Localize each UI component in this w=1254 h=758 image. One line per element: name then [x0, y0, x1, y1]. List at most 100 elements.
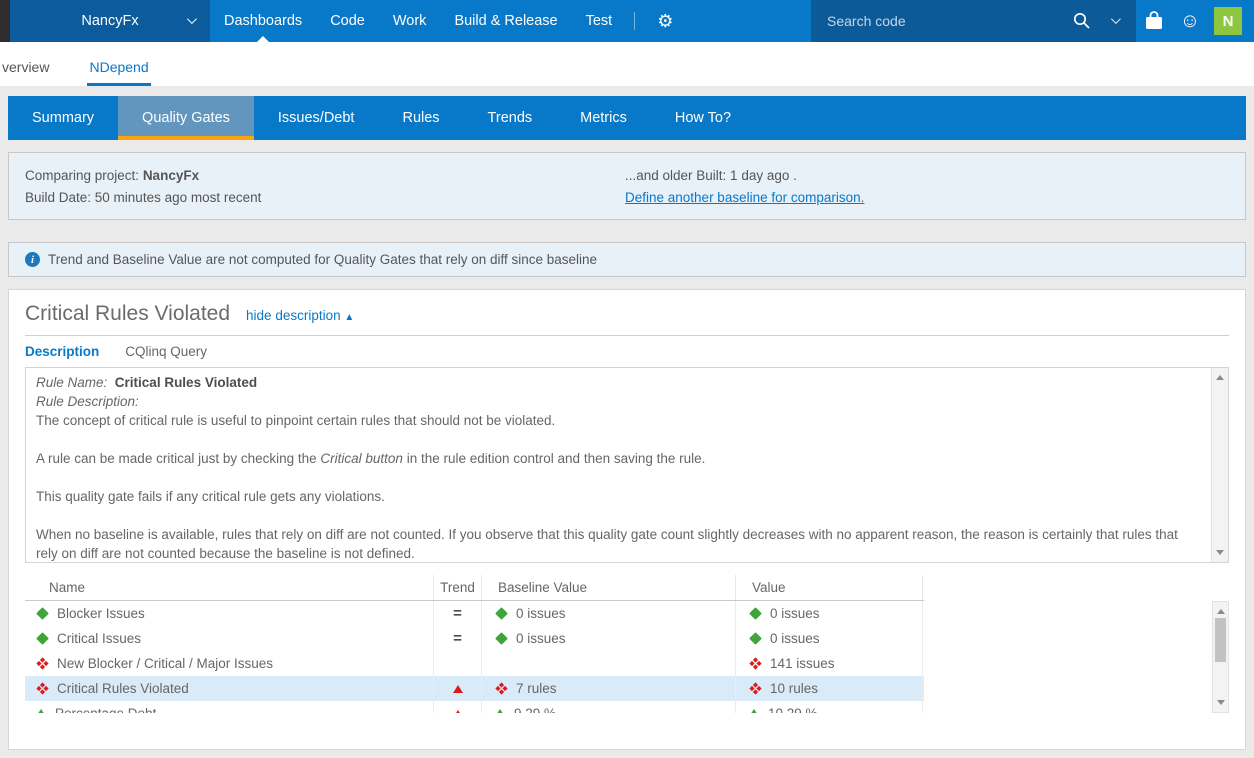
tab-ndepend[interactable]: NDepend — [87, 47, 150, 86]
baseline-compare-panel: Comparing project: NancyFx Build Date: 5… — [8, 152, 1246, 220]
tab-label: Trends — [488, 110, 533, 126]
improved-triangle-icon — [494, 709, 506, 713]
cell-text: 0 issues — [516, 631, 566, 646]
tab-rules[interactable]: Rules — [378, 96, 463, 140]
cell-text: 0 issues — [770, 606, 820, 621]
tab-label: Quality Gates — [142, 110, 230, 126]
info-icon: i — [25, 252, 40, 267]
nav-label: Build & Release — [454, 13, 557, 29]
table-row[interactable]: Critical Issues=0 issues0 issues — [25, 626, 924, 651]
description-paragraph: When no baseline is available, rules tha… — [36, 525, 1201, 562]
dashboard-tabs-row: verview NDepend — [0, 42, 1254, 86]
marketplace-bag-icon[interactable] — [1136, 0, 1172, 42]
table-row[interactable]: Percentage Debt9.29 %10.29 % — [25, 701, 924, 713]
define-baseline-link[interactable]: Define another baseline for comparison. — [625, 190, 864, 205]
tab-how-to[interactable]: How To? — [651, 96, 755, 140]
cell-name: Blocker Issues — [25, 601, 434, 626]
nav-item-dashboards[interactable]: Dashboards — [210, 0, 316, 42]
main-nav: Dashboards Code Work Build & Release Tes… — [210, 0, 687, 42]
tab-label: Issues/Debt — [278, 110, 355, 126]
nav-label: Dashboards — [224, 13, 302, 29]
tab-trends[interactable]: Trends — [464, 96, 557, 140]
nav-item-code[interactable]: Code — [316, 0, 379, 42]
tab-label: How To? — [675, 110, 731, 126]
cell-trend — [434, 701, 482, 713]
nav-item-test[interactable]: Test — [572, 0, 627, 42]
rule-name-value: Critical Rules Violated — [115, 375, 257, 390]
info-banner-text: Trend and Baseline Value are not compute… — [48, 252, 597, 267]
cell-baseline-value: 0 issues — [482, 626, 736, 651]
tab-label: Metrics — [580, 110, 627, 126]
cell-baseline-value: 9.29 % — [482, 701, 736, 713]
cell-text: 10.29 % — [768, 706, 818, 713]
tab-label: Summary — [32, 110, 94, 126]
table-row[interactable]: Critical Rules Violated 7 rules 10 rules — [25, 676, 924, 701]
table-row[interactable]: New Blocker / Critical / Major Issues141… — [25, 651, 924, 676]
collapsed-hub-strip[interactable] — [0, 0, 10, 42]
comparing-project-line: Comparing project: NancyFx — [25, 167, 625, 185]
description-panel: Rule Name: Critical Rules Violated Rule … — [25, 367, 1229, 563]
hide-description-link[interactable]: hide description ▲ — [246, 308, 354, 323]
chevron-down-icon — [187, 14, 197, 24]
tab-issues-debt[interactable]: Issues/Debt — [254, 96, 379, 140]
column-header-value[interactable]: Value — [736, 575, 923, 600]
user-avatar[interactable]: N — [1214, 7, 1242, 35]
scroll-up-arrow-icon[interactable] — [1216, 375, 1224, 380]
fail-diamond-icon — [35, 682, 49, 696]
project-selector[interactable]: NancyFx — [10, 0, 210, 42]
cell-trend — [434, 676, 482, 701]
pass-diamond-icon — [748, 607, 762, 621]
scroll-down-arrow-icon[interactable] — [1217, 700, 1225, 705]
nav-item-work[interactable]: Work — [379, 0, 441, 42]
cell-text: 7 rules — [516, 681, 557, 696]
tab-overview[interactable]: verview — [0, 47, 51, 86]
table-scrollbar[interactable] — [1212, 601, 1229, 713]
feedback-smiley-icon[interactable]: ☺ — [1172, 0, 1208, 42]
cell-name: Critical Rules Violated — [25, 676, 434, 701]
table-row[interactable]: Blocker Issues = 0 issues 0 issues — [25, 601, 924, 626]
improved-triangle-icon — [35, 709, 47, 713]
search-box[interactable]: Search code — [811, 0, 1136, 42]
search-scope-chevron-icon[interactable] — [1111, 14, 1121, 24]
rule-name-label: Rule Name: — [36, 375, 107, 390]
column-header-baseline-value[interactable]: Baseline Value — [482, 575, 736, 600]
cell-text: 0 issues — [516, 606, 566, 621]
settings-gear-icon[interactable]: ⚙ — [643, 0, 687, 42]
ndepend-tab-bar: Summary Quality Gates Issues/Debt Rules … — [8, 96, 1246, 140]
worsened-triangle-icon — [453, 710, 463, 714]
worsened-triangle-icon — [453, 685, 463, 693]
scroll-up-arrow-icon[interactable] — [1217, 609, 1225, 614]
paragraph-italic: Critical button — [320, 451, 403, 466]
fail-diamond-icon — [748, 682, 762, 696]
comparing-label: Comparing project: — [25, 168, 143, 183]
search-input[interactable]: Search code — [827, 13, 906, 29]
cell-baseline-value: 0 issues — [482, 601, 736, 626]
scroll-down-arrow-icon[interactable] — [1216, 550, 1224, 555]
cell-text: New Blocker / Critical / Major Issues — [57, 656, 273, 671]
info-banner: i Trend and Baseline Value are not compu… — [8, 242, 1246, 277]
column-header-trend[interactable]: Trend — [434, 575, 482, 600]
description-content: Rule Name: Critical Rules Violated Rule … — [26, 368, 1211, 562]
search-icon[interactable] — [1072, 11, 1092, 31]
pass-diamond-icon — [494, 607, 508, 621]
nav-label: Work — [393, 13, 427, 29]
cell-name: New Blocker / Critical / Major Issues — [25, 651, 434, 676]
pass-diamond-icon — [35, 632, 49, 646]
cell-value: 0 issues — [736, 626, 923, 651]
tab-description[interactable]: Description — [25, 344, 99, 359]
tab-metrics[interactable]: Metrics — [556, 96, 651, 140]
tab-quality-gates[interactable]: Quality Gates — [118, 96, 254, 140]
tab-cqlinq-query[interactable]: CQlinq Query — [125, 344, 207, 359]
scrollbar-thumb[interactable] — [1215, 618, 1226, 662]
quality-gates-table: Name Trend Baseline Value Value Blocker … — [25, 575, 1229, 713]
column-header-name[interactable]: Name — [25, 575, 434, 600]
cell-text: 10 rules — [770, 681, 818, 696]
nav-label: Code — [330, 13, 365, 29]
cell-trend: = — [434, 601, 482, 626]
comparing-project-name: NancyFx — [143, 168, 199, 183]
nav-item-build-release[interactable]: Build & Release — [440, 0, 571, 42]
description-scrollbar[interactable] — [1211, 368, 1228, 562]
bag-glyph — [1142, 9, 1166, 33]
tab-summary[interactable]: Summary — [8, 96, 118, 140]
cell-text: Blocker Issues — [57, 606, 145, 621]
